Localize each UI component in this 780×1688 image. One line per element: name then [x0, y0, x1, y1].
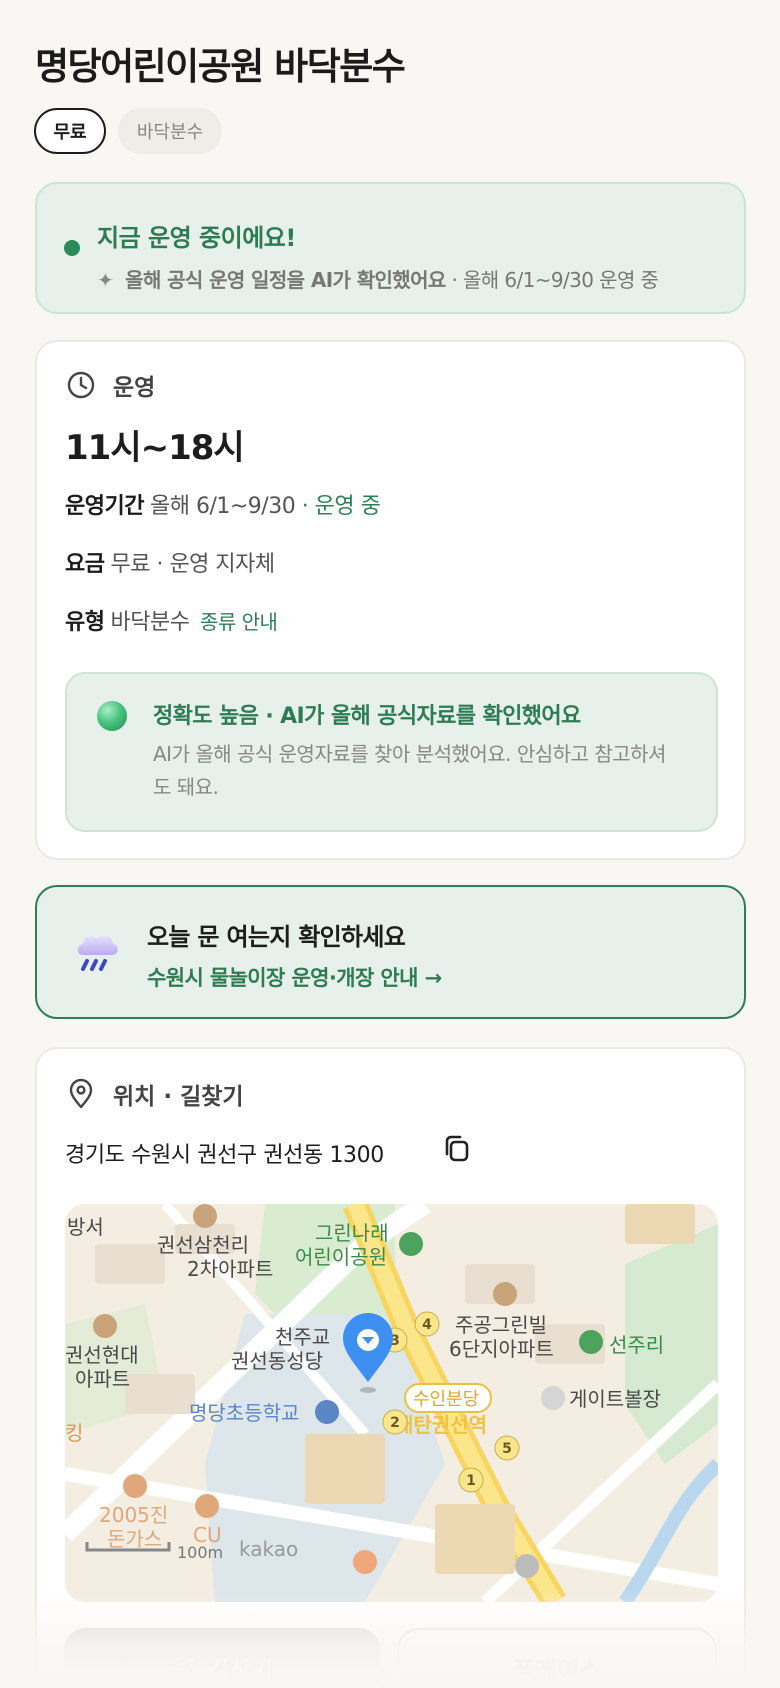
location-pin-icon [69, 1078, 93, 1109]
period-status: · 운영 중 [301, 494, 381, 519]
map-label-kakao: kakao [239, 1537, 298, 1561]
chip-type[interactable]: 바닥분수 [118, 108, 222, 154]
location-header: 위치 · 길찾기 [65, 1077, 244, 1111]
fee-row: 요금 무료 · 운영 지자체 [65, 546, 275, 578]
chip-free[interactable]: 무료 [34, 108, 106, 154]
rain-cloud-icon [77, 935, 118, 971]
map-label-park: 그린나래 [315, 1221, 389, 1245]
map-label-scale: 100m [177, 1543, 223, 1562]
open-check-card[interactable]: 오늘 문 여는지 확인하세요 수원시 물놀이장 운영·개장 안내 → [35, 885, 746, 1019]
map-label-apt2: 주공그린빌 [455, 1313, 547, 1337]
navigation-arrow-icon [172, 1656, 196, 1680]
map-label-king: 킹 [65, 1421, 83, 1445]
map-label-apt2b: 6단지아파트 [449, 1337, 554, 1361]
status-subtitle: ✦ 올해 공식 운영 일정을 AI가 확인했어요 · 올해 6/1~9/30 운영… [97, 264, 659, 293]
map-label-stationb: 매탄권선역 [395, 1413, 487, 1437]
place-label: 플레이스 [512, 1656, 602, 1685]
copy-icon [445, 1135, 469, 1162]
map-label-sunjuri: 선주리 [609, 1333, 664, 1357]
place-button[interactable]: 플레이스 [397, 1628, 717, 1688]
operation-hours: 11시~18시 [65, 428, 245, 468]
accuracy-orb-icon [97, 701, 127, 731]
map-label-church: 천주교 [275, 1325, 330, 1349]
map-label-rest: 2005진 [99, 1503, 168, 1527]
type-guide-link[interactable]: 종류 안내 [200, 610, 278, 634]
status-sub-rest: · 올해 6/1~9/30 운영 중 [451, 268, 659, 292]
map-label-churchb: 권선동성당 [231, 1349, 323, 1373]
map-label-apt3: 권선현대 [65, 1343, 139, 1367]
sparkle-icon: ✦ [97, 268, 114, 292]
fee-label: 요금 [65, 552, 105, 577]
accuracy-box: 정확도 높음 · AI가 올해 공식자료를 확인했어요 AI가 올해 공식 운영… [65, 672, 718, 832]
map-label-parkb: 어린이공원 [295, 1245, 387, 1269]
svg-text:4: 4 [422, 1317, 432, 1333]
period-row: 운영기간 올해 6/1~9/30 · 운영 중 [65, 488, 381, 520]
map-label-apt1: 권선삼천리 [157, 1233, 249, 1257]
svg-text:1: 1 [466, 1473, 476, 1489]
map-label-station: 수인분당 [413, 1389, 479, 1410]
operation-header: 운영 [65, 368, 155, 402]
map-label-apt1b: 2차아파트 [187, 1257, 273, 1281]
page: 명당어린이공원 바닥분수 무료 바닥분수 지금 운영 중이에요! ✦ 올해 공식 … [0, 0, 780, 1688]
clock-icon [67, 371, 95, 399]
map-label-apt3b: 아파트 [75, 1367, 130, 1391]
svg-text:2: 2 [390, 1415, 400, 1431]
fee-value: 무료 · 운영 지자체 [110, 552, 275, 577]
map-label-topleft: 방서 [67, 1215, 104, 1239]
open-check-title: 오늘 문 여는지 확인하세요 [147, 923, 406, 951]
status-card: 지금 운영 중이에요! ✦ 올해 공식 운영 일정을 AI가 확인했어요 · 올해… [35, 182, 746, 314]
type-label: 유형 [65, 610, 105, 635]
page-title: 명당어린이공원 바닥분수 [35, 45, 406, 88]
copy-address-button[interactable] [441, 1133, 473, 1165]
map-label-gate: 게이트볼장 [569, 1387, 661, 1411]
accuracy-title: 정확도 높음 · AI가 올해 공식자료를 확인했어요 [153, 704, 581, 729]
period-label: 운영기간 [65, 494, 144, 519]
period-value: 올해 6/1~9/30 [149, 494, 296, 519]
open-check-link[interactable]: 수원시 물놀이장 운영·개장 안내 → [147, 962, 442, 992]
type-value: 바닥분수 [110, 610, 190, 635]
map-graphic: 방서 권선삼천리 2차아파트 그린나래 어린이공원 주공그린빌 6단지아파트 천… [65, 1204, 718, 1602]
map-view[interactable]: 방서 권선삼천리 2차아파트 그린나래 어린이공원 주공그린빌 6단지아파트 천… [65, 1204, 718, 1602]
map-label-restb: 돈가스 [107, 1527, 162, 1551]
address-text: 경기도 수원시 권선구 권선동 1300 [65, 1143, 384, 1168]
svg-text:5: 5 [502, 1441, 512, 1457]
operation-label: 운영 [113, 375, 156, 401]
status-title: 지금 운영 중이에요! [97, 224, 296, 252]
navigate-label: 길찾기 [206, 1656, 274, 1685]
location-label: 위치 · 길찾기 [113, 1084, 244, 1110]
map-label-school: 명당초등학교 [189, 1401, 299, 1425]
type-row: 유형 바닥분수 종류 안내 [65, 604, 278, 636]
status-dot-icon [64, 240, 80, 256]
accuracy-body: AI가 올해 공식 운영자료를 찾아 분석했어요. 안심하고 참고하셔도 돼요. [153, 742, 666, 799]
operation-card: 운영 11시~18시 운영기간 올해 6/1~9/30 · 운영 중 요금 무료 ·… [35, 340, 746, 860]
location-card: 위치 · 길찾기 경기도 수원시 권선구 권선동 1300 방서 권선삼천리 2… [35, 1047, 746, 1688]
navigate-button[interactable]: 길찾기 [64, 1628, 380, 1688]
status-sub-bold: 올해 공식 운영 일정을 AI가 확인했어요 [125, 268, 446, 292]
